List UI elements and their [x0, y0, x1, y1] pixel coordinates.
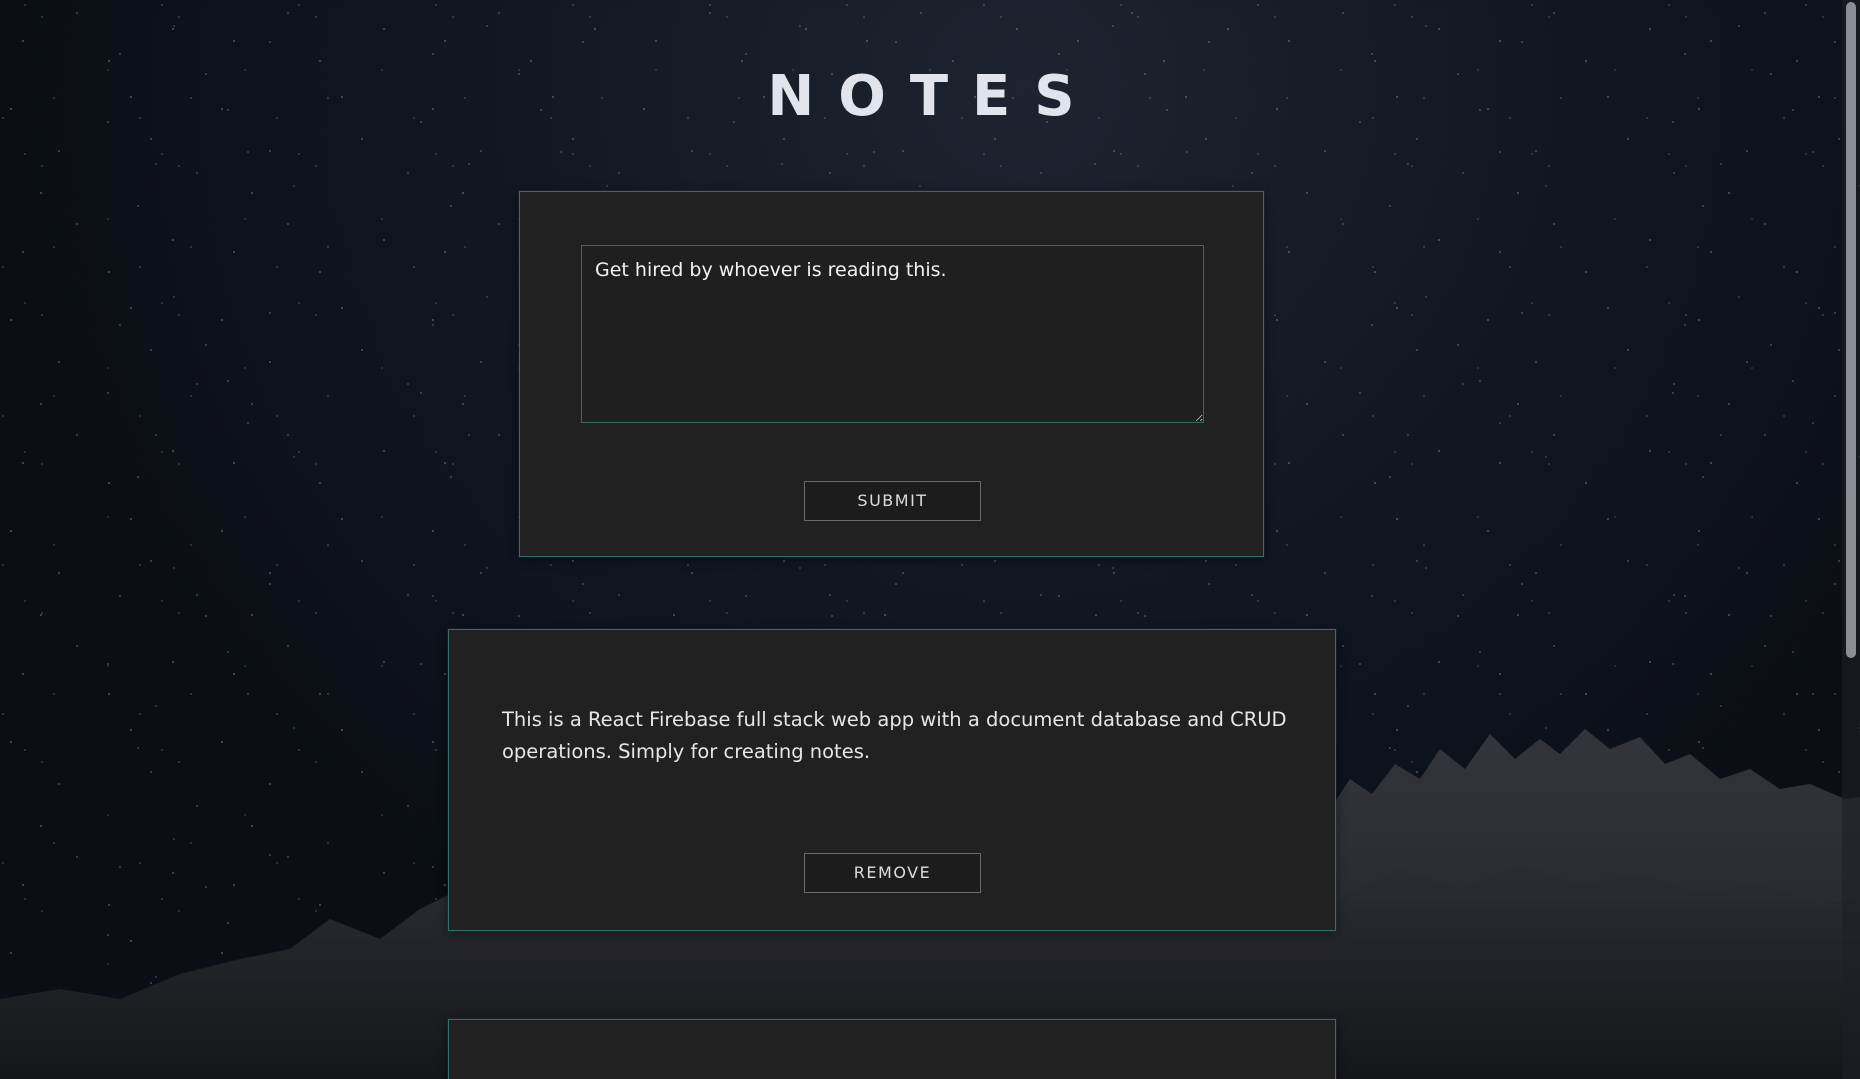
note-input[interactable]: Get hired by whoever is reading this. — [581, 245, 1204, 423]
submit-button[interactable]: SUBMIT — [804, 481, 981, 521]
page-scrollbar[interactable] — [1842, 0, 1860, 1079]
note-text: This is a React Firebase full stack web … — [502, 708, 1287, 763]
scrollbar-thumb[interactable] — [1846, 2, 1856, 658]
note-card: This is a React Firebase full stack web … — [448, 629, 1336, 931]
page-title: NOTES — [767, 64, 1099, 129]
note-card — [448, 1019, 1336, 1079]
remove-button[interactable]: REMOVE — [804, 853, 981, 893]
note-composer-card: Get hired by whoever is reading this. SU… — [519, 191, 1264, 557]
